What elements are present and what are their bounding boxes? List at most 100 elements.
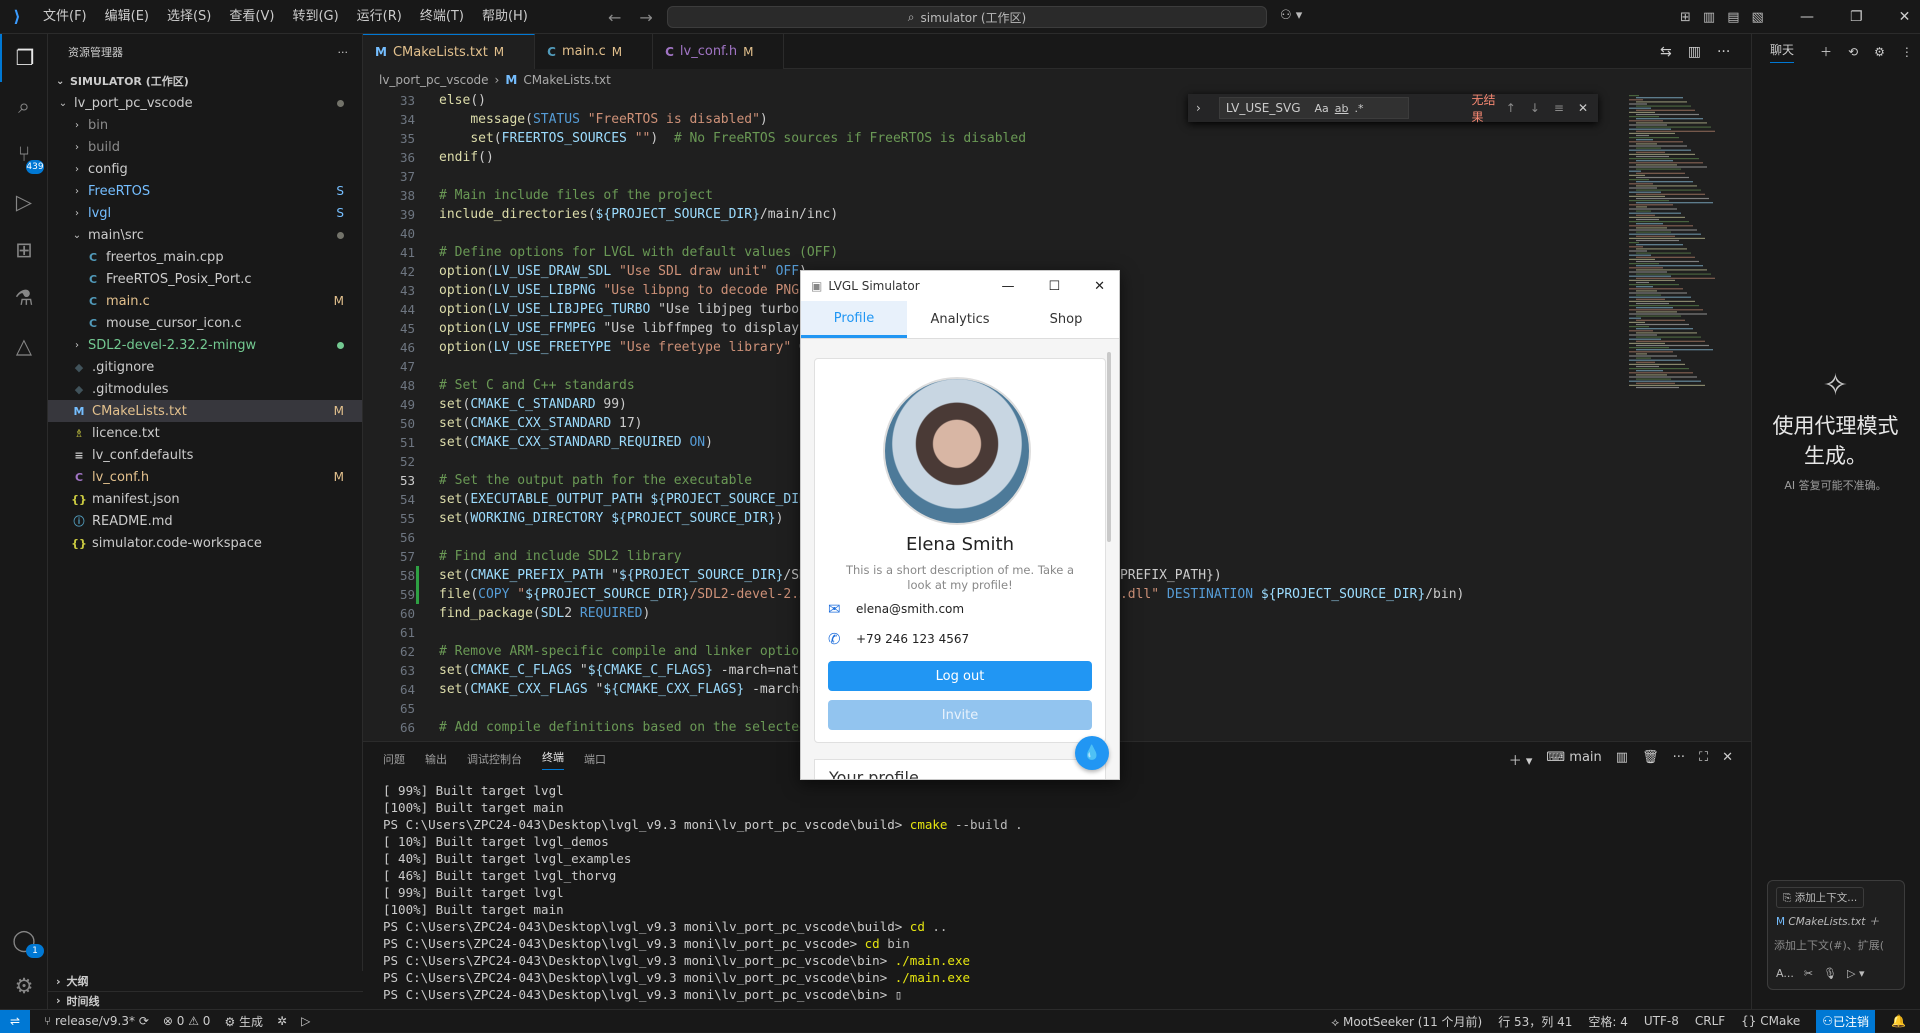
remote-icon[interactable]: ⇌: [0, 1009, 30, 1033]
match-case-toggle[interactable]: Aa: [1314, 102, 1328, 115]
tree-folder[interactable]: › SDL2-devel-2.32.2-mingw: [48, 334, 362, 356]
more-actions-icon[interactable]: ···: [1673, 750, 1685, 769]
plus-icon[interactable]: ＋: [1869, 916, 1880, 928]
timeline-section[interactable]: › 时间线: [48, 991, 363, 1009]
history-icon[interactable]: ⟲: [1848, 45, 1858, 59]
trash-icon[interactable]: 🗑: [1642, 750, 1659, 769]
breadcrumb-folder[interactable]: lv_port_pc_vscode: [379, 73, 489, 87]
editor-tab[interactable]: Cmain.c M: [535, 34, 654, 69]
mode-picker[interactable]: A...: [1776, 967, 1794, 980]
lvgl-tab[interactable]: Shop: [1013, 301, 1119, 338]
chat-tab[interactable]: 聊天: [1770, 41, 1795, 63]
editor-tab[interactable]: M CMakeLists.txt M: [363, 34, 536, 69]
regex-toggle[interactable]: .*: [1354, 102, 1363, 115]
logout-button[interactable]: Log out: [828, 661, 1092, 691]
panel-tab[interactable]: 端口: [584, 751, 606, 767]
extensions-icon[interactable]: ⊞: [0, 226, 48, 274]
lvgl-tab[interactable]: Profile: [801, 301, 907, 338]
problems-status[interactable]: ⊗ 0 ⚠ 0: [163, 1014, 211, 1028]
account-icon[interactable]: ◯ 1: [0, 916, 48, 964]
tree-file[interactable]: Cmouse_cursor_icon.c: [48, 312, 362, 334]
git-blame-status[interactable]: ⟡ MootSeeker (11 个月前): [1331, 1013, 1482, 1030]
search-icon[interactable]: ⌕: [0, 82, 48, 130]
tree-file[interactable]: ≡ lv_conf.defaults: [48, 444, 362, 466]
tree-file[interactable]: ♗ licence.txt: [48, 422, 362, 444]
close-icon[interactable]: ✕: [1578, 101, 1588, 115]
menu-item[interactable]: 终端(T): [411, 0, 473, 34]
split-terminal-icon[interactable]: ▥: [1616, 750, 1628, 769]
panel-tab[interactable]: 问题: [383, 751, 405, 767]
new-terminal-icon[interactable]: ＋ ▾: [1509, 750, 1533, 769]
arrow-up-icon[interactable]: ↑: [1506, 101, 1516, 115]
toggle-secondary-sidebar-icon[interactable]: ▧: [1752, 10, 1764, 25]
tree-folder[interactable]: › build: [48, 136, 362, 158]
menu-item[interactable]: 选择(S): [158, 0, 220, 34]
eol-status[interactable]: CRLF: [1695, 1014, 1725, 1028]
cmake-icon[interactable]: △: [0, 322, 48, 370]
command-center[interactable]: ⌕ simulator (工作区): [667, 6, 1267, 28]
new-chat-icon[interactable]: ＋: [1820, 43, 1832, 60]
tree-file[interactable]: Clv_conf.h M: [48, 466, 362, 488]
menu-item[interactable]: 运行(R): [348, 0, 411, 34]
debug-icon[interactable]: ✲: [277, 1014, 287, 1028]
tree-folder[interactable]: › lvgl S: [48, 202, 362, 224]
chat-input-box[interactable]: ⎘ 添加上下文... M CMakeLists.txt ＋ 添加上下文(#)、扩…: [1767, 880, 1905, 990]
theme-color-fab[interactable]: 💧: [1075, 736, 1109, 770]
tree-folder[interactable]: › FreeRTOS S: [48, 180, 362, 202]
close-icon[interactable]: ✕: [1899, 9, 1911, 25]
send-icon[interactable]: ▷ ▾: [1847, 967, 1864, 980]
chat-input-field[interactable]: 添加上下文(#)、扩展(: [1774, 937, 1904, 953]
customize-layout-icon[interactable]: ⊞: [1680, 10, 1691, 25]
back-arrow-icon[interactable]: ←: [608, 8, 621, 27]
cursor-position[interactable]: 行 53，列 41: [1498, 1013, 1572, 1030]
menu-item[interactable]: 转到(G): [283, 0, 347, 34]
split-editor-icon[interactable]: ▥: [1688, 44, 1701, 60]
toggle-panel-icon[interactable]: ▤: [1727, 10, 1739, 25]
chevron-right-icon[interactable]: ›: [1196, 101, 1201, 115]
tree-folder[interactable]: › config: [48, 158, 362, 180]
branch-status[interactable]: ⑂ release/v9.3* ⟳: [44, 1014, 149, 1028]
restore-icon[interactable]: ❐: [1850, 9, 1863, 25]
run-icon[interactable]: ▷: [301, 1014, 310, 1028]
build-status[interactable]: ⚙ 生成: [224, 1013, 263, 1030]
more-actions-icon[interactable]: ···: [338, 46, 349, 59]
panel-tab[interactable]: 输出: [425, 751, 447, 767]
encoding-status[interactable]: UTF-8: [1644, 1014, 1679, 1028]
compare-changes-icon[interactable]: ⇆: [1660, 44, 1672, 60]
source-control-icon[interactable]: ⑂ 439: [0, 130, 48, 178]
match-word-toggle[interactable]: ab: [1335, 102, 1349, 115]
run-debug-icon[interactable]: ▷: [0, 178, 48, 226]
arrow-down-icon[interactable]: ↓: [1530, 101, 1540, 115]
editor-tab[interactable]: Clv_conf.h M: [653, 34, 785, 69]
notifications-icon[interactable]: 🔔: [1891, 1014, 1906, 1028]
indentation-status[interactable]: 空格: 4: [1588, 1013, 1628, 1030]
lvgl-scrollbar[interactable]: [1107, 352, 1111, 542]
microphone-icon[interactable]: 🎙: [1823, 967, 1837, 980]
lvgl-tab[interactable]: Analytics: [907, 301, 1013, 338]
tree-file[interactable]: {} simulator.code-workspace: [48, 532, 362, 554]
terminal-output[interactable]: [ 99%] Built target lvgl [100%] Built tar…: [383, 782, 1743, 1007]
tree-folder[interactable]: › bin: [48, 114, 362, 136]
menu-item[interactable]: 文件(F): [34, 0, 96, 34]
workspace-section[interactable]: ⌄ SIMULATOR (工作区): [48, 70, 362, 92]
maximize-icon[interactable]: ☐: [1048, 279, 1060, 294]
tree-file[interactable]: M CMakeLists.txt M: [48, 400, 362, 422]
add-context-button[interactable]: ⎘ 添加上下文...: [1776, 887, 1865, 908]
menu-item[interactable]: 查看(V): [220, 0, 283, 34]
more-actions-icon[interactable]: ⋮: [1901, 45, 1913, 59]
language-mode[interactable]: {} CMake: [1741, 1014, 1800, 1028]
menu-item[interactable]: 帮助(H): [473, 0, 537, 34]
minimize-icon[interactable]: —: [1001, 279, 1014, 294]
copilot-icon[interactable]: ⚇ ▾: [1280, 8, 1302, 23]
tree-file[interactable]: ◆ .gitignore: [48, 356, 362, 378]
testing-icon[interactable]: ⚗: [0, 274, 48, 322]
tree-file[interactable]: Cmain.c M: [48, 290, 362, 312]
terminal-shell-icon[interactable]: ⌨ main: [1546, 750, 1601, 769]
invite-button[interactable]: Invite: [828, 700, 1092, 730]
tree-folder[interactable]: ⌄ lv_port_pc_vscode: [48, 92, 362, 114]
outline-section[interactable]: › 大纲: [48, 971, 363, 991]
explorer-icon[interactable]: ❐: [0, 34, 48, 82]
forward-arrow-icon[interactable]: →: [639, 8, 652, 27]
close-icon[interactable]: ✕: [1722, 750, 1733, 769]
tree-file[interactable]: Cfreertos_main.cpp: [48, 246, 362, 268]
